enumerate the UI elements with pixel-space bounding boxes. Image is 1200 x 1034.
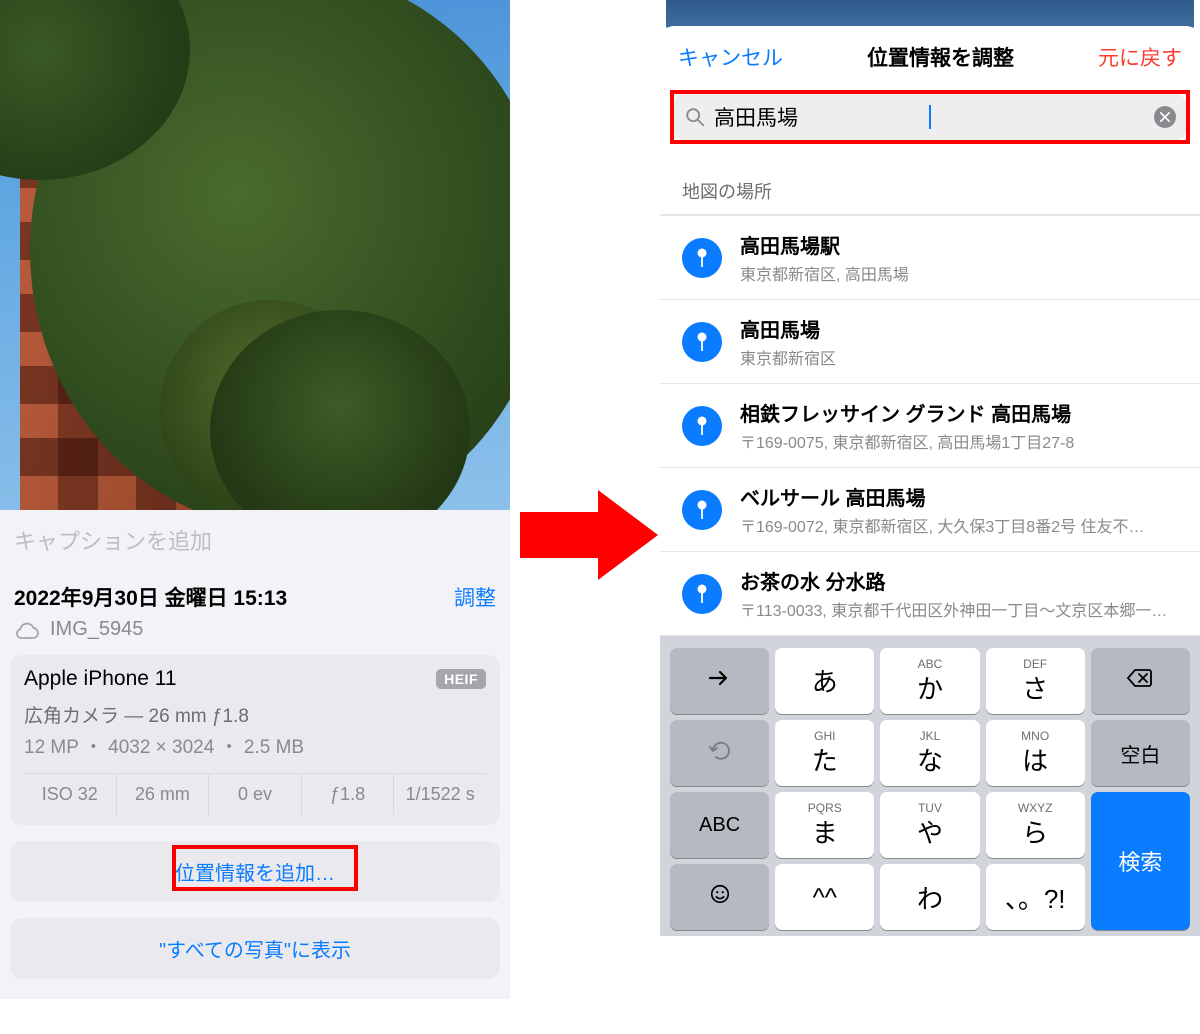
key-a[interactable]: あ bbox=[775, 648, 874, 714]
key-wa[interactable]: わ bbox=[880, 864, 979, 930]
show-in-all-button[interactable]: "すべての写真"に表示 bbox=[10, 918, 500, 979]
photo-preview[interactable] bbox=[0, 0, 510, 510]
pin-icon bbox=[682, 406, 722, 446]
device-name: Apple iPhone 11 bbox=[24, 667, 177, 691]
key-ha[interactable]: MNOは bbox=[986, 720, 1085, 786]
photo-date: 2022年9月30日 金曜日 15:13 bbox=[14, 582, 287, 612]
photo-filename: IMG_5945 bbox=[50, 618, 143, 641]
clear-icon[interactable] bbox=[1154, 106, 1176, 128]
photo-info-panel: キャプションを追加 2022年9月30日 金曜日 15:13 調整 IMG_59… bbox=[0, 510, 510, 999]
location-sheet: キャンセル 位置情報を調整 元に戻す 高田馬場 地図の場所 高田馬場駅東京都新宿… bbox=[660, 26, 1200, 936]
add-location-button[interactable]: 位置情報を追加… bbox=[10, 841, 500, 902]
result-item[interactable]: お茶の水 分水路〒113-0033, 東京都千代田区外神田一丁目～文京区本郷一… bbox=[660, 552, 1200, 636]
key-arrow-right[interactable] bbox=[670, 648, 769, 714]
key-ta[interactable]: GHIた bbox=[775, 720, 874, 786]
exif-ev: 0 ev bbox=[209, 774, 302, 815]
result-name: 高田馬場駅 bbox=[740, 230, 1182, 259]
result-sub: 東京都新宿区, 高田馬場 bbox=[740, 261, 1182, 285]
keyboard: あ ABCか DEFさ GHIた JKLな MNOは 空白 bbox=[660, 636, 1200, 936]
result-sub: 〒169-0072, 東京都新宿区, 大久保3丁目8番2号 住友不… bbox=[740, 513, 1182, 537]
cancel-button[interactable]: キャンセル bbox=[678, 42, 783, 72]
key-ma[interactable]: PQRSま bbox=[775, 792, 874, 858]
key-caret[interactable]: ^^ bbox=[775, 864, 874, 930]
arrow-icon bbox=[520, 490, 660, 580]
cloud-icon bbox=[14, 620, 40, 640]
result-sub: 東京都新宿区 bbox=[740, 345, 1182, 369]
phone-left: キャプションを追加 2022年9月30日 金曜日 15:13 調整 IMG_59… bbox=[0, 0, 510, 1034]
megapixel-info: 12 MP ・ 4032 × 3024 ・ 2.5 MB bbox=[24, 732, 486, 759]
key-undo[interactable] bbox=[670, 720, 769, 786]
pin-icon bbox=[682, 322, 722, 362]
key-backspace[interactable] bbox=[1091, 648, 1190, 714]
result-name: 高田馬場 bbox=[740, 314, 1182, 343]
pin-icon bbox=[682, 238, 722, 278]
pin-icon bbox=[682, 574, 722, 614]
text-cursor bbox=[929, 105, 931, 129]
adjust-button[interactable]: 調整 bbox=[454, 582, 496, 612]
sheet-title: 位置情報を調整 bbox=[867, 42, 1014, 72]
results-list: 高田馬場駅東京都新宿区, 高田馬場高田馬場東京都新宿区相鉄フレッサイン グランド… bbox=[660, 214, 1200, 636]
search-icon bbox=[684, 106, 706, 128]
key-space[interactable]: 空白 bbox=[1091, 720, 1190, 786]
camera-card: Apple iPhone 11 HEIF 広角カメラ — 26 mm ƒ1.8 … bbox=[10, 655, 500, 825]
phone-right: キャンセル 位置情報を調整 元に戻す 高田馬場 地図の場所 高田馬場駅東京都新宿… bbox=[660, 0, 1200, 1034]
search-input[interactable]: 高田馬場 bbox=[674, 94, 1186, 140]
key-ka[interactable]: ABCか bbox=[880, 648, 979, 714]
key-ya[interactable]: TUVや bbox=[880, 792, 979, 858]
exif-shutter: 1/1522 s bbox=[394, 774, 486, 815]
revert-button[interactable]: 元に戻す bbox=[1098, 42, 1182, 72]
exif-iso: ISO 32 bbox=[24, 774, 117, 815]
key-abc[interactable]: ABC bbox=[670, 792, 769, 858]
result-sub: 〒113-0033, 東京都千代田区外神田一丁目～文京区本郷一… bbox=[740, 597, 1182, 621]
pin-icon bbox=[682, 490, 722, 530]
result-item[interactable]: 相鉄フレッサイン グランド 高田馬場〒169-0075, 東京都新宿区, 高田馬… bbox=[660, 384, 1200, 468]
search-value: 高田馬場 bbox=[714, 102, 921, 132]
result-sub: 〒169-0075, 東京都新宿区, 高田馬場1丁目27-8 bbox=[740, 429, 1182, 453]
lens-info: 広角カメラ — 26 mm ƒ1.8 bbox=[24, 701, 486, 728]
key-search[interactable]: 検索 bbox=[1091, 792, 1190, 930]
caption-input[interactable]: キャプションを追加 bbox=[0, 510, 510, 570]
result-item[interactable]: 高田馬場駅東京都新宿区, 高田馬場 bbox=[660, 215, 1200, 300]
key-emoji[interactable] bbox=[670, 864, 769, 930]
result-name: 相鉄フレッサイン グランド 高田馬場 bbox=[740, 398, 1182, 427]
sheet-backdrop bbox=[666, 0, 1194, 28]
result-item[interactable]: ベルサール 高田馬場〒169-0072, 東京都新宿区, 大久保3丁目8番2号 … bbox=[660, 468, 1200, 552]
format-badge: HEIF bbox=[436, 669, 486, 689]
result-name: お茶の水 分水路 bbox=[740, 566, 1182, 595]
section-header: 地図の場所 bbox=[660, 158, 1200, 214]
exif-focal: 26 mm bbox=[117, 774, 210, 815]
exif-aperture: ƒ1.8 bbox=[302, 774, 395, 815]
key-ra[interactable]: WXYZら bbox=[986, 792, 1085, 858]
key-na[interactable]: JKLな bbox=[880, 720, 979, 786]
result-name: ベルサール 高田馬場 bbox=[740, 482, 1182, 511]
key-sa[interactable]: DEFさ bbox=[986, 648, 1085, 714]
key-punct[interactable]: 、。?! bbox=[986, 864, 1085, 930]
result-item[interactable]: 高田馬場東京都新宿区 bbox=[660, 300, 1200, 384]
